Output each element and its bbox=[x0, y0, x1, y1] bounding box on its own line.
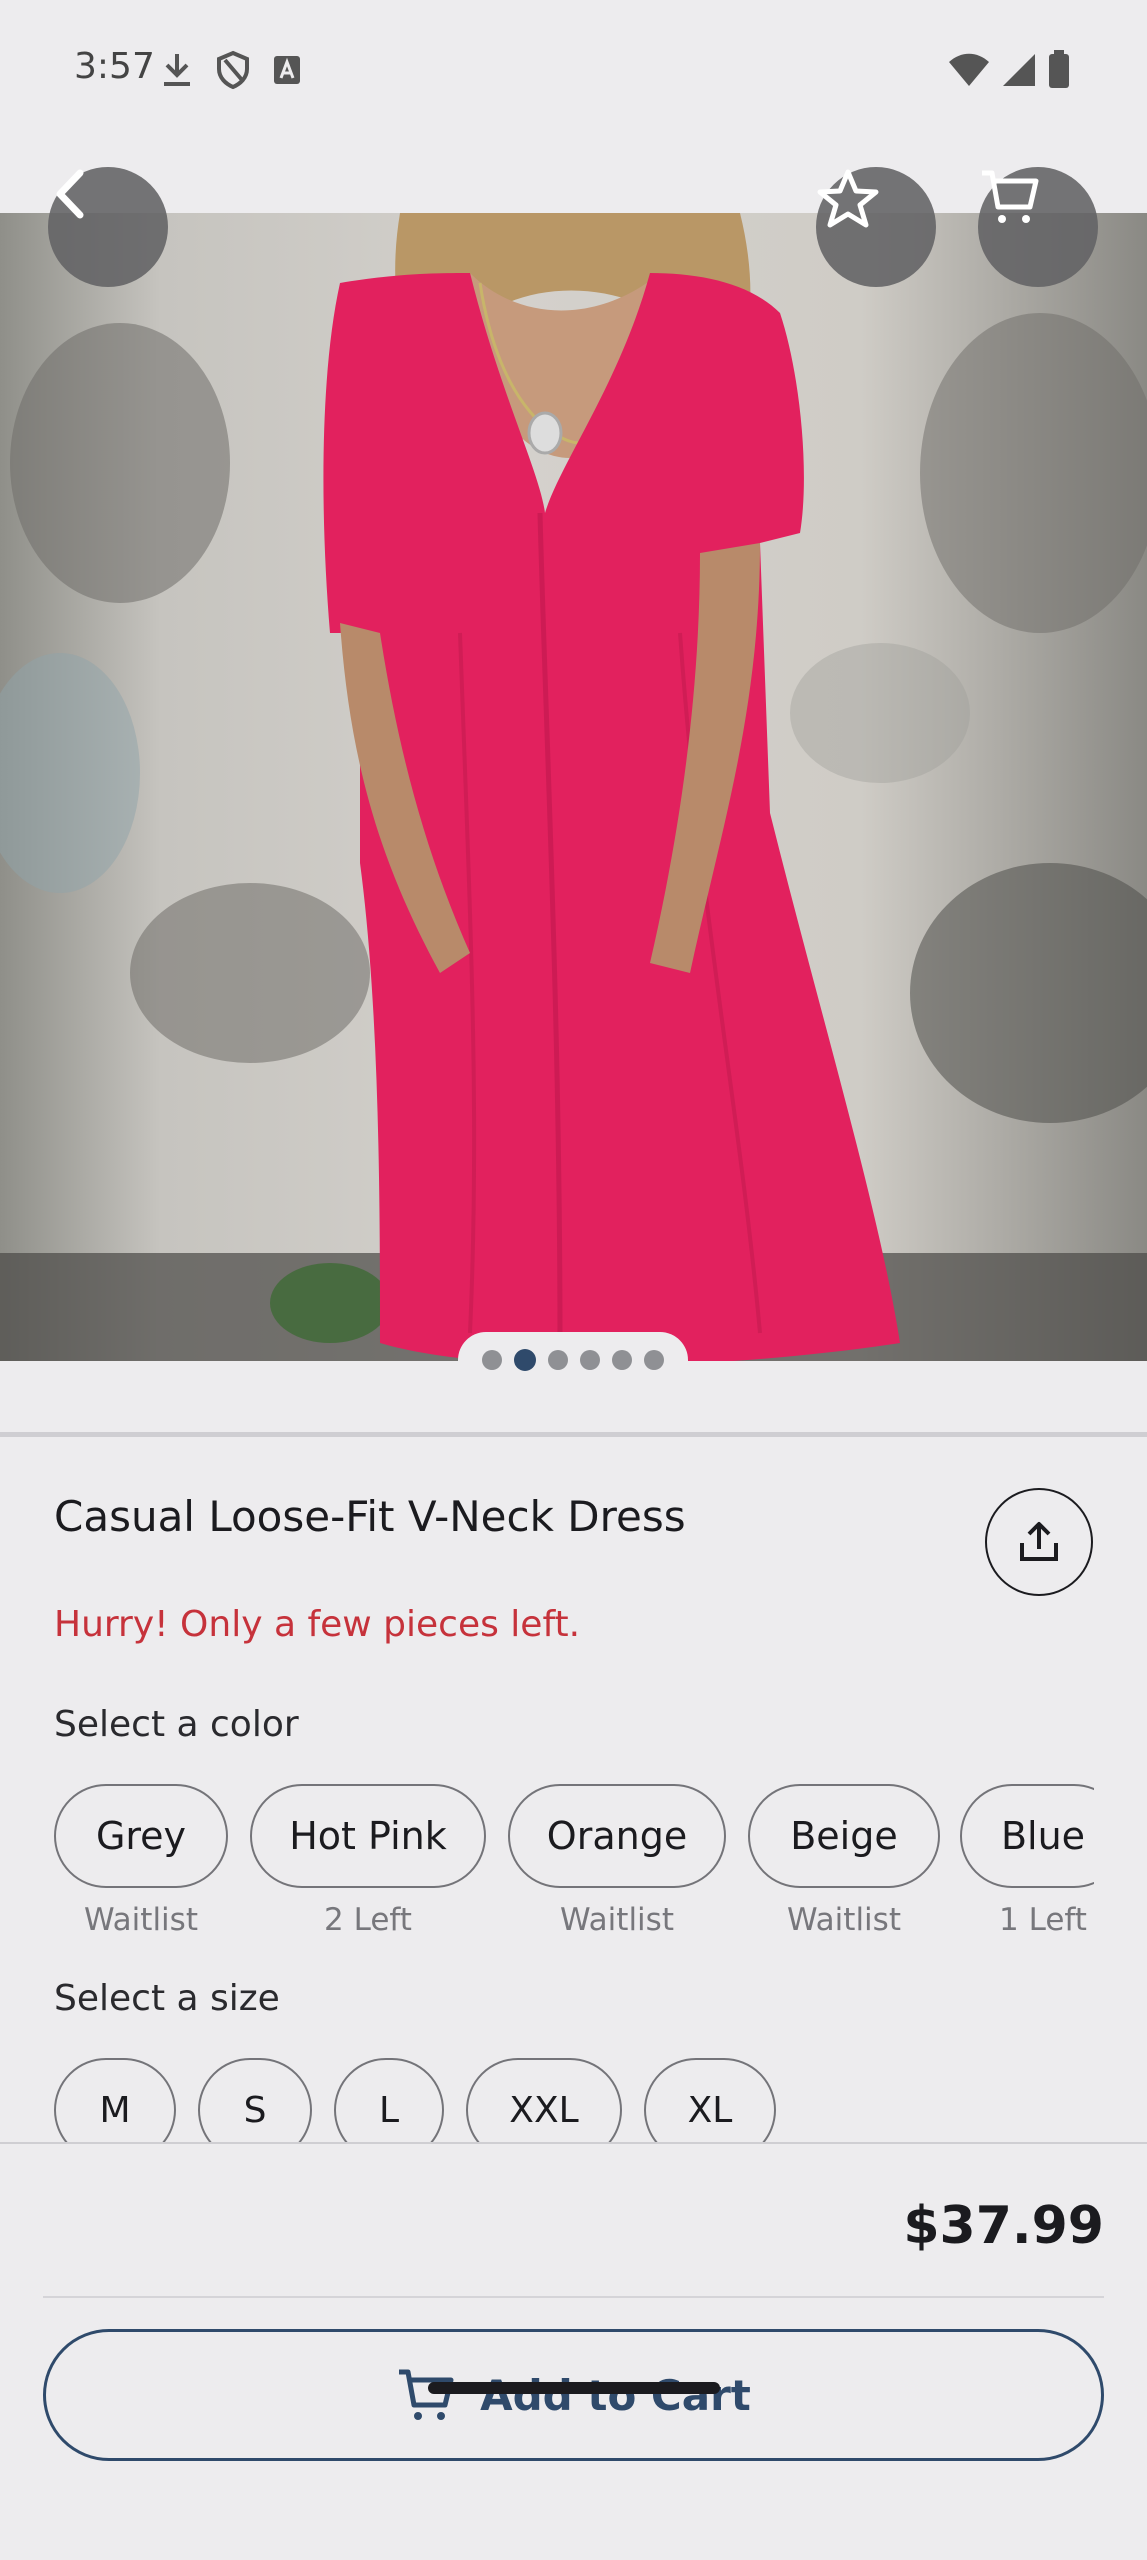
cart-icon bbox=[399, 2369, 454, 2420]
size-chip-s[interactable]: S bbox=[198, 2058, 312, 2142]
purchase-bar: $37.99 Add to Cart bbox=[0, 2142, 1147, 2560]
product-title: Casual Loose-Fit V-Neck Dress bbox=[54, 1492, 686, 1541]
color-options: Grey Waitlist Hot Pink 2 Left Orange Wai… bbox=[54, 1784, 1094, 1954]
image-pager[interactable] bbox=[458, 1332, 688, 1388]
status-icons-right bbox=[947, 50, 1071, 90]
share-button[interactable] bbox=[985, 1488, 1093, 1596]
status-time: 3:57 bbox=[74, 46, 155, 87]
status-icons-left bbox=[160, 50, 302, 90]
size-chip-xxl[interactable]: XXL bbox=[466, 2058, 622, 2142]
color-option-orange[interactable]: Orange Waitlist bbox=[508, 1784, 726, 1938]
pager-dot[interactable] bbox=[548, 1350, 568, 1370]
color-chip[interactable]: Orange bbox=[508, 1784, 726, 1888]
color-option-grey[interactable]: Grey Waitlist bbox=[54, 1784, 228, 1938]
share-icon bbox=[1020, 1522, 1058, 1561]
battery-icon bbox=[1049, 50, 1069, 88]
shield-icon bbox=[217, 50, 249, 90]
color-chip[interactable]: Blue bbox=[960, 1784, 1094, 1888]
pager-dot[interactable] bbox=[482, 1350, 502, 1370]
product-image[interactable] bbox=[0, 167, 1147, 1361]
back-button[interactable] bbox=[48, 167, 168, 287]
pager-dot[interactable] bbox=[612, 1350, 632, 1370]
color-availability: Waitlist bbox=[560, 1902, 674, 1938]
divider bbox=[0, 1432, 1147, 1437]
star-icon bbox=[817, 169, 879, 228]
product-photo bbox=[0, 213, 1147, 1361]
chevron-left-icon bbox=[56, 169, 84, 219]
size-chip-l[interactable]: L bbox=[334, 2058, 444, 2142]
pager-dot[interactable] bbox=[580, 1350, 600, 1370]
size-section-label: Select a size bbox=[54, 1978, 280, 2019]
home-indicator[interactable] bbox=[428, 2382, 720, 2394]
cart-icon bbox=[982, 170, 1039, 223]
color-chip[interactable]: Grey bbox=[54, 1784, 228, 1888]
color-chip[interactable]: Beige bbox=[748, 1784, 940, 1888]
color-option-hot-pink[interactable]: Hot Pink 2 Left bbox=[250, 1784, 486, 1938]
color-option-beige[interactable]: Beige Waitlist bbox=[748, 1784, 940, 1938]
favorite-button[interactable] bbox=[816, 167, 936, 287]
pager-dot-active[interactable] bbox=[514, 1349, 536, 1371]
cart-button[interactable] bbox=[978, 167, 1098, 287]
color-chip[interactable]: Hot Pink bbox=[250, 1784, 486, 1888]
wifi-icon bbox=[949, 53, 989, 86]
add-to-cart-label: Add to Cart bbox=[480, 2370, 751, 2420]
size-chip-m[interactable]: M bbox=[54, 2058, 176, 2142]
color-availability: 1 Left bbox=[999, 1902, 1087, 1938]
color-option-blue[interactable]: Blue 1 Left bbox=[960, 1784, 1094, 1938]
font-icon bbox=[274, 56, 300, 84]
color-section-label: Select a color bbox=[54, 1704, 299, 1745]
color-availability: 2 Left bbox=[324, 1902, 412, 1938]
color-availability: Waitlist bbox=[84, 1902, 198, 1938]
size-options: M S L XXL XL bbox=[54, 2058, 1147, 2142]
status-bar: 3:57 bbox=[0, 0, 1147, 140]
price: $37.99 bbox=[903, 2196, 1104, 2256]
stock-warning: Hurry! Only a few pieces left. bbox=[54, 1604, 581, 1645]
color-availability: Waitlist bbox=[787, 1902, 901, 1938]
size-chip-xl[interactable]: XL bbox=[644, 2058, 776, 2142]
signal-icon bbox=[1003, 54, 1035, 86]
divider bbox=[43, 2296, 1104, 2298]
add-to-cart-button[interactable]: Add to Cart bbox=[43, 2329, 1104, 2461]
pager-dot[interactable] bbox=[644, 1350, 664, 1370]
download-icon bbox=[164, 54, 190, 86]
